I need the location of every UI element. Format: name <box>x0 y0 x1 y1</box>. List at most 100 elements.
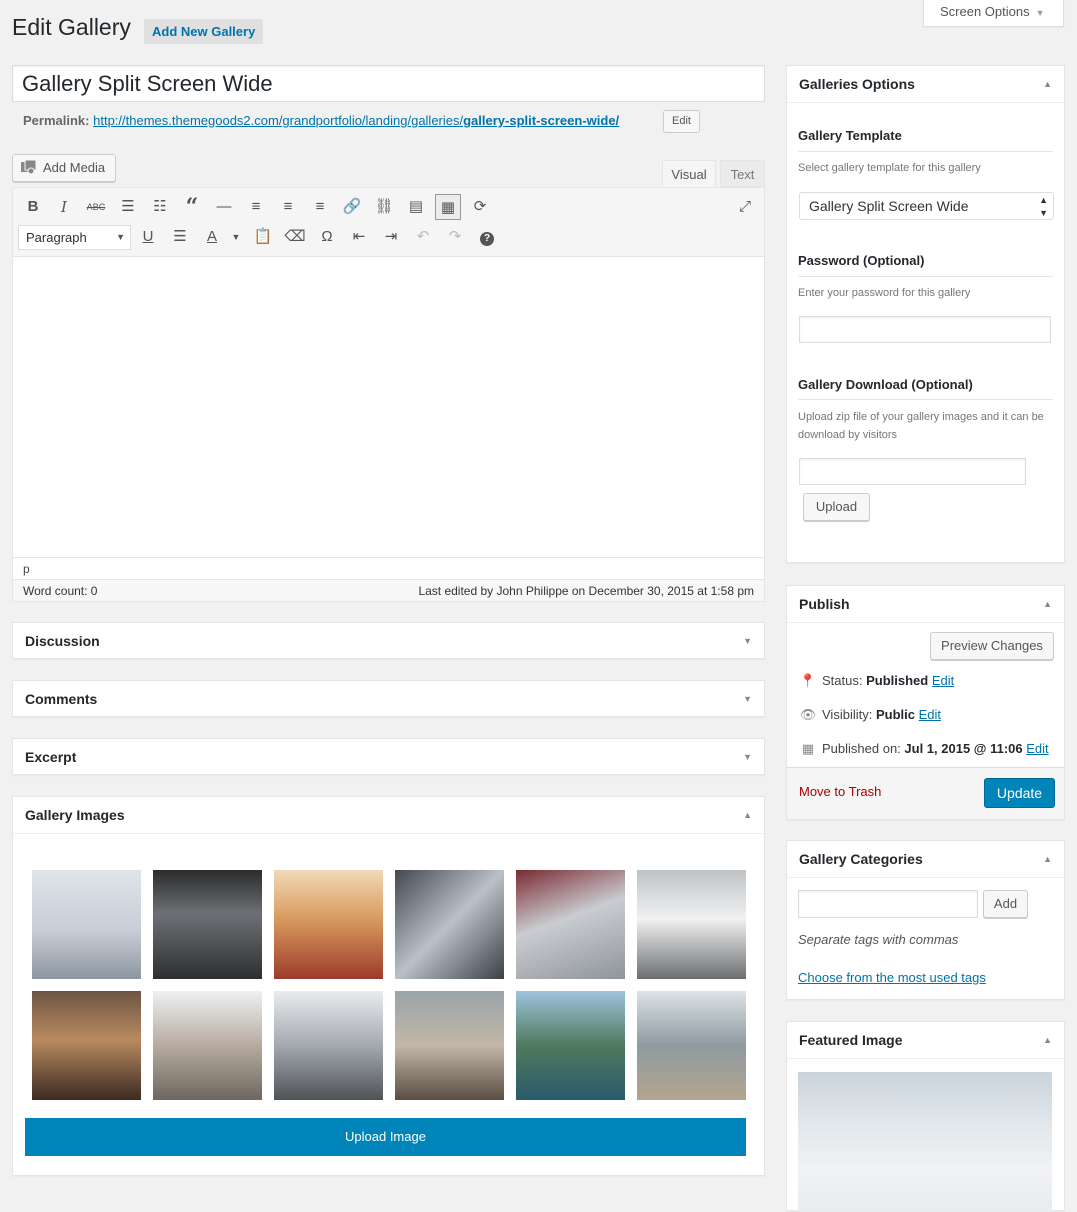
status-label: Status: <box>822 673 863 688</box>
template-desc: Select gallery template for this gallery <box>798 162 981 174</box>
gallery-thumb-mountain-road[interactable] <box>274 991 383 1100</box>
justify-icon[interactable]: ☰ <box>167 224 193 250</box>
move-to-trash-link[interactable]: Move to Trash <box>799 784 881 799</box>
download-upload-button[interactable]: Upload <box>803 493 870 521</box>
discussion-title: Discussion <box>25 633 100 649</box>
excerpt-box[interactable]: Excerpt ▼ <box>12 738 765 775</box>
password-input[interactable] <box>799 316 1051 343</box>
gallery-thumb-phone-in-hand[interactable] <box>395 991 504 1100</box>
permalink-edit-button[interactable]: Edit <box>663 110 700 133</box>
download-desc: Upload zip file of your gallery images a… <box>798 411 1044 441</box>
permalink: Permalink: http://themes.themegoods2.com… <box>23 113 619 128</box>
horizontal-rule-icon[interactable]: — <box>211 194 237 220</box>
download-input[interactable] <box>799 458 1026 485</box>
triangle-up-icon[interactable]: ▲ <box>1043 841 1052 877</box>
template-select[interactable]: Gallery Split Screen Wide ▲ ▼ <box>799 192 1054 220</box>
link-icon[interactable]: 🔗 <box>339 194 365 220</box>
published-edit-link[interactable]: Edit <box>1026 741 1048 756</box>
featured-image-thumbnail[interactable] <box>798 1072 1052 1212</box>
publish-actions: Move to Trash Update <box>787 767 1064 819</box>
gallery-thumb-window-bedroom[interactable] <box>153 870 262 979</box>
visibility-row: 👁 Visibility: Public Edit <box>799 707 941 723</box>
permalink-link[interactable]: http://themes.themegoods2.com/grandportf… <box>93 113 619 128</box>
visibility-label: Visibility: <box>822 707 873 722</box>
outdent-icon[interactable]: ⇤ <box>346 224 372 250</box>
triangle-up-icon[interactable]: ▲ <box>743 797 752 833</box>
redo-icon[interactable]: ↷ <box>442 224 468 250</box>
screen-options-button[interactable]: Screen Options ▼ <box>923 0 1064 27</box>
clear-format-icon[interactable]: ⌫ <box>282 224 308 250</box>
tab-text[interactable]: Text <box>720 160 765 188</box>
divider <box>798 151 1053 152</box>
triangle-down-icon[interactable]: ▼ <box>743 681 752 717</box>
toolbar-toggle-icon[interactable]: ▦ <box>435 194 461 220</box>
italic-icon[interactable]: I <box>51 194 77 220</box>
text-color-icon[interactable]: A <box>199 224 225 250</box>
divider <box>787 1058 1064 1059</box>
strikethrough-icon[interactable]: ABC <box>83 194 109 220</box>
pin-icon: 📍 <box>799 673 817 688</box>
media-icon <box>21 157 37 175</box>
new-category-input[interactable] <box>798 890 978 918</box>
divider <box>798 399 1053 400</box>
triangle-down-icon[interactable]: ▼ <box>743 623 752 659</box>
status-edit-link[interactable]: Edit <box>932 673 954 688</box>
triangle-up-icon[interactable]: ▲ <box>1043 66 1052 102</box>
numbered-list-icon[interactable]: ☷ <box>147 194 173 220</box>
align-right-icon[interactable]: ≡ <box>307 194 333 220</box>
triangle-down-icon[interactable]: ▼ <box>743 739 752 775</box>
add-category-button[interactable]: Add <box>983 890 1028 918</box>
gallery-thumb-car-door-handle[interactable] <box>516 870 625 979</box>
blockquote-icon[interactable]: “ <box>179 194 205 220</box>
gallery-thumb-coastal-rocks[interactable] <box>516 991 625 1100</box>
indent-icon[interactable]: ⇥ <box>378 224 404 250</box>
triangle-up-icon[interactable]: ▲ <box>1043 586 1052 622</box>
paste-text-icon[interactable]: 📋 <box>250 224 276 250</box>
gallery-thumb-woman-subway[interactable] <box>637 870 746 979</box>
add-media-button[interactable]: Add Media <box>12 154 116 182</box>
gallery-thumb-skyscrapers[interactable] <box>395 870 504 979</box>
post-title-input[interactable]: Gallery Split Screen Wide <box>12 65 765 102</box>
gallery-thumb-lake-mountains[interactable] <box>637 991 746 1100</box>
tab-visual[interactable]: Visual <box>662 160 716 188</box>
triangle-up-icon[interactable]: ▲ <box>1043 1022 1052 1058</box>
text-color-dropdown-icon[interactable]: ▼ <box>223 224 249 250</box>
undo-icon[interactable]: ↶ <box>410 224 436 250</box>
gallery-thumb-woman-pier[interactable] <box>32 870 141 979</box>
add-media-label: Add Media <box>43 160 106 175</box>
choose-most-used-tags-link[interactable]: Choose from the most used tags <box>798 970 986 985</box>
visibility-edit-link[interactable]: Edit <box>919 707 941 722</box>
gallery-thumb-dining-table[interactable] <box>32 991 141 1100</box>
refresh-icon[interactable]: ⟳ <box>467 194 493 220</box>
align-left-icon[interactable]: ≡ <box>243 194 269 220</box>
divider <box>13 833 764 834</box>
divider <box>787 102 1064 103</box>
bullet-list-icon[interactable]: ☰ <box>115 194 141 220</box>
password-desc: Enter your password for this gallery <box>798 287 971 299</box>
help-icon[interactable]: ? <box>474 224 500 250</box>
fullscreen-icon[interactable]: ⤢ <box>732 194 758 220</box>
add-new-gallery-button[interactable]: Add New Gallery <box>144 19 264 44</box>
bold-icon[interactable]: B <box>20 194 46 220</box>
align-center-icon[interactable]: ≡ <box>275 194 301 220</box>
unlink-icon[interactable]: ⛓ <box>371 194 397 220</box>
preview-changes-button[interactable]: Preview Changes <box>930 632 1054 660</box>
gallery-images-title: Gallery Images <box>25 807 125 823</box>
gallery-thumb-woman-red-scarf[interactable] <box>274 870 383 979</box>
special-char-icon[interactable]: Ω <box>314 224 340 250</box>
published-label: Published on: <box>822 741 901 756</box>
format-select[interactable]: Paragraph ▼ <box>18 225 131 250</box>
update-button[interactable]: Update <box>984 778 1055 808</box>
comments-box[interactable]: Comments ▼ <box>12 680 765 717</box>
discussion-box[interactable]: Discussion ▼ <box>12 622 765 659</box>
gallery-thumb-woman-hat-road[interactable] <box>153 991 262 1100</box>
underline-icon[interactable]: U <box>135 224 161 250</box>
editor-content-area[interactable] <box>13 257 764 557</box>
word-count: Word count: 0 <box>23 584 98 598</box>
screen-options-label: Screen Options <box>940 4 1030 19</box>
read-more-icon[interactable]: ▤ <box>403 194 429 220</box>
format-select-value: Paragraph <box>26 230 87 245</box>
featured-image-title: Featured Image <box>799 1032 903 1048</box>
upload-image-button[interactable]: Upload Image <box>25 1118 746 1156</box>
comments-title: Comments <box>25 691 98 707</box>
